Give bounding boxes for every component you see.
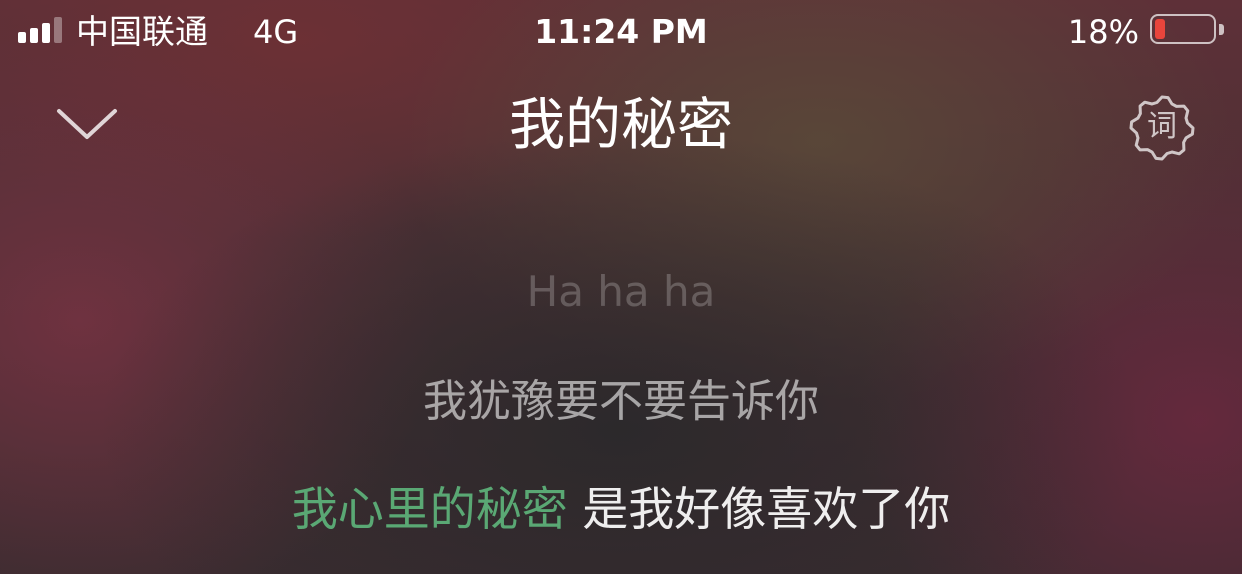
battery-tip (1219, 24, 1224, 35)
status-bar: 中国联通 4G 11:24 PM 18% (0, 0, 1242, 62)
lyric-line-prior[interactable]: 我犹豫要不要告诉你 (0, 374, 1242, 430)
battery-icon (1150, 14, 1216, 44)
battery-percentage: 18% (1067, 13, 1139, 51)
battery-level-fill (1155, 19, 1165, 39)
lyrics-panel: Ha ha ha 我犹豫要不要告诉你 我心里的秘密 是我好像喜欢了你 (0, 0, 1242, 574)
lyrics-settings-button[interactable]: 词 (1126, 92, 1198, 164)
song-title: 我的秘密 (509, 93, 733, 158)
lyrics-settings-glyph: 词 (1147, 109, 1177, 144)
lyric-sung-portion: 我心里的秘密 (291, 482, 568, 536)
lyric-line-previous[interactable]: Ha ha ha (0, 266, 1242, 318)
lyric-unsung-portion: 是我好像喜欢了你 (567, 482, 951, 536)
lyric-line-current[interactable]: 我心里的秘密 是我好像喜欢了你 (0, 480, 1242, 538)
status-time: 11:24 PM (534, 12, 708, 51)
